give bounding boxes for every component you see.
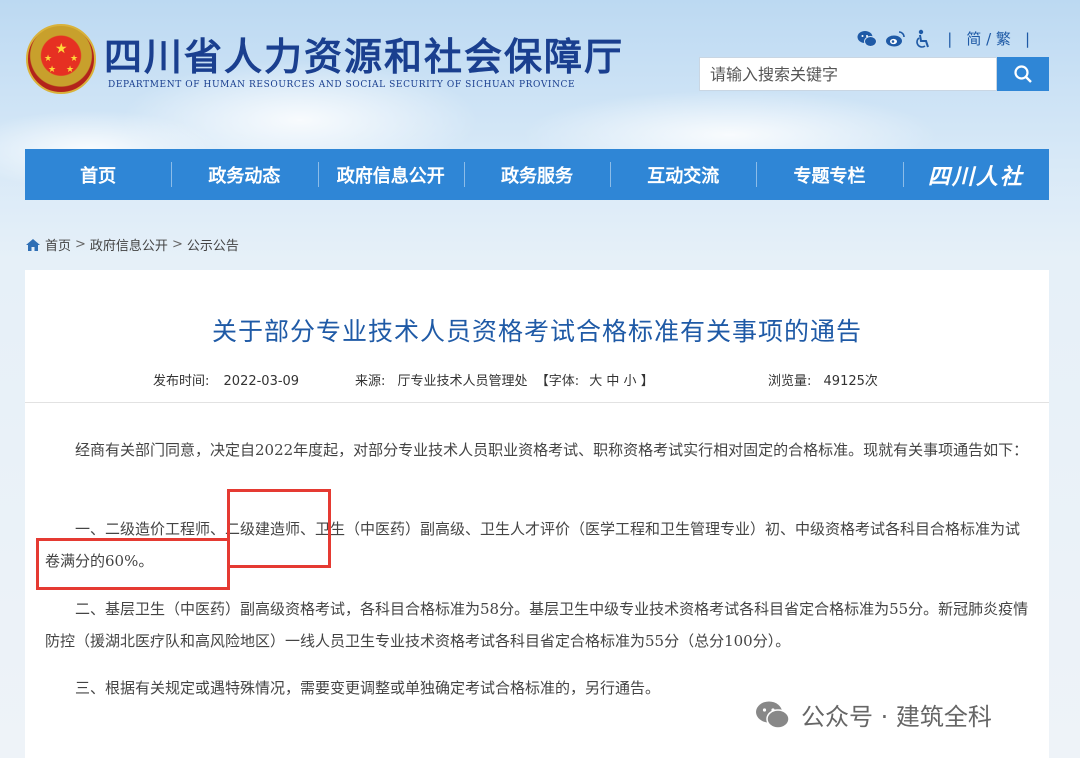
publish-date: 2022-03-09 xyxy=(223,374,300,389)
search-input[interactable] xyxy=(700,58,996,90)
font-small-button[interactable]: 小 xyxy=(624,374,637,389)
article-paragraph: 二、基层卫生（中医药）副高级资格考试，各科目合格标准为58分。基层卫生中级专业技… xyxy=(45,600,1029,650)
nav-government-news[interactable]: 政务动态 xyxy=(171,149,317,200)
search-button[interactable] xyxy=(997,57,1049,91)
breadcrumb-separator: > xyxy=(171,237,183,252)
article-panel: 关于部分专业技术人员资格考试合格标准有关事项的通告 发布时间: 2022-03-… xyxy=(25,270,1049,758)
source-label: 来源: xyxy=(355,374,386,389)
wechat-icon[interactable] xyxy=(857,29,878,49)
meta-divider xyxy=(25,402,1049,403)
font-size-label: 【字体: xyxy=(535,374,580,389)
font-medium-button[interactable]: 中 xyxy=(606,374,619,389)
breadcrumb-separator: > xyxy=(75,237,86,252)
nav-services[interactable]: 政务服务 xyxy=(463,149,610,200)
nav-info-disclosure[interactable]: 政府信息公开 xyxy=(317,149,464,200)
search-field[interactable] xyxy=(699,57,997,91)
font-large-button[interactable]: 大 xyxy=(589,374,602,389)
view-count: 浏览量: 49125次 xyxy=(768,370,878,389)
watermark: 公众号 · 建筑全科 xyxy=(755,697,992,732)
nav-special-topics[interactable]: 专题专栏 xyxy=(756,149,902,200)
nav-brand-sichuan-hrss[interactable]: 四川人社 xyxy=(902,149,1049,200)
article-title: 关于部分专业技术人员资格考试合格标准有关事项的通告 xyxy=(211,317,862,346)
nav-interaction[interactable]: 互动交流 xyxy=(610,149,756,200)
tool-divider: | xyxy=(947,29,953,48)
search-icon xyxy=(1014,65,1032,83)
site-subtitle: DEPARTMENT OF HUMAN RESOURCES AND SOCIAL… xyxy=(108,80,576,90)
breadcrumb-home[interactable]: 首页 xyxy=(45,235,71,254)
source-info: 来源: 厅专业技术人员管理处 【字体: 大 中 小 】 xyxy=(355,370,654,389)
highlight-box xyxy=(227,489,331,568)
language-switch[interactable]: 简 / 繁 xyxy=(966,28,1011,49)
article-paragraph: 经商有关部门同意，决定自2022年度起，对部分专业技术人员职业资格考试、职称资格… xyxy=(75,441,1029,459)
main-nav: 首页 政务动态 政府信息公开 政务服务 互动交流 专题专栏 四川人社 xyxy=(25,149,1049,200)
top-tools: | 简 / 繁 | xyxy=(857,28,1036,49)
highlight-box xyxy=(36,538,230,590)
views-label: 浏览量: xyxy=(768,374,812,389)
publish-label: 发布时间: xyxy=(153,374,210,389)
accessibility-icon[interactable] xyxy=(913,29,933,49)
weibo-icon[interactable] xyxy=(885,29,906,49)
source-value: 厅专业技术人员管理处 xyxy=(397,374,528,389)
wechat-icon xyxy=(756,701,790,729)
nav-home[interactable]: 首页 xyxy=(25,149,171,200)
breadcrumb-info-disclosure[interactable]: 政府信息公开 xyxy=(90,235,168,254)
tool-divider: | xyxy=(1024,29,1030,48)
watermark-text: 公众号 · 建筑全科 xyxy=(801,703,992,731)
views-value: 49125次 xyxy=(823,374,878,389)
font-size-close: 】 xyxy=(640,374,654,389)
breadcrumb: 首页 > 政府信息公开 > 公示公告 xyxy=(25,235,239,254)
site-title[interactable]: 四川省人力资源和社会保障厅 xyxy=(104,26,624,81)
breadcrumb-announcements[interactable]: 公示公告 xyxy=(187,235,239,254)
national-emblem-logo: ★ ★ ★ ★ ★ xyxy=(26,24,96,94)
publish-time: 发布时间: 2022-03-09 xyxy=(153,370,299,389)
home-icon xyxy=(26,238,40,251)
